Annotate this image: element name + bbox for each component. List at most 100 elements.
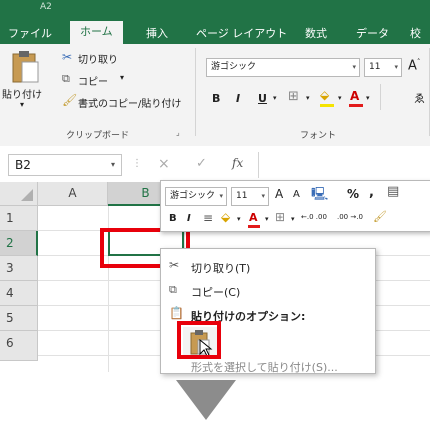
mini-shrink-font-button[interactable]: A (293, 189, 300, 200)
select-all-corner[interactable] (0, 182, 38, 206)
mini-fill-color-icon[interactable]: ⬙ (221, 210, 230, 224)
paintbrush-icon: 🖌 (62, 93, 78, 107)
group-separator (195, 48, 196, 136)
chevron-down-icon[interactable]: ▾ (261, 188, 265, 205)
menu-item-copy[interactable]: ⧉ コピー(C) (161, 279, 375, 301)
format-painter-button[interactable]: 🖌 書式のコピー/貼り付け (62, 93, 192, 110)
font-color-swatch (349, 104, 363, 107)
chevron-down-icon[interactable]: ▾ (219, 188, 223, 205)
insert-function-icon[interactable]: fx (232, 156, 243, 170)
font-group-label: フォント (300, 131, 337, 141)
mini-font-color-button[interactable]: A (249, 211, 258, 224)
dialog-launcher-icon[interactable]: ⌟ (176, 128, 180, 137)
mini-font-size-value: 11 (236, 191, 248, 201)
mini-font-name-value: 游ゴシック (170, 191, 216, 201)
borders-dropdown-icon[interactable]: ▾ (306, 94, 310, 102)
fill-color-dropdown-icon[interactable]: ▾ (338, 94, 342, 102)
menu-item-cut[interactable]: ✂ 切り取り(T) (161, 255, 375, 277)
chevron-down-icon[interactable]: ▾ (394, 59, 398, 76)
underline-button[interactable]: U (258, 92, 267, 105)
name-box[interactable]: B2 ▾ (8, 154, 122, 176)
copy-dropdown-icon[interactable]: ▾ (120, 73, 124, 82)
clipboard-icon: 📋 (169, 306, 184, 320)
font-name-combo[interactable]: 游ゴシック ▾ (206, 58, 360, 77)
scissors-icon: ✂ (169, 258, 180, 272)
tab-insert[interactable]: 挿入 (146, 25, 168, 41)
tab-formulas[interactable]: 数式 (305, 25, 327, 41)
font-size-combo[interactable]: 11 ▾ (364, 58, 402, 77)
copy-icon: ⧉ (169, 283, 177, 296)
copy-label: コピー (78, 77, 108, 88)
mini-number-format-icon[interactable]: 🖳 (311, 185, 328, 207)
font-name-value: 游ゴシック (211, 62, 257, 72)
mini-bold-button[interactable]: B (169, 213, 177, 224)
grow-font-icon[interactable]: A˄ (408, 58, 420, 73)
tab-file[interactable]: ファイル (8, 25, 52, 41)
mini-percent-button[interactable]: % (347, 187, 359, 201)
paste-label: 貼り付け (2, 90, 42, 101)
row-header-1[interactable]: 1 (0, 206, 38, 231)
paste-button[interactable]: 貼り付け ▾ (2, 48, 44, 118)
menu-item-copy-label: コピー(C) (191, 286, 241, 299)
mini-font-color-swatch (248, 225, 260, 228)
mini-decrease-decimal-button[interactable]: .00 →.0 (337, 213, 363, 221)
mini-toolbar: 游ゴシック ▾ 11 ▾ A A 🖳 % , ▤ B I ≡ ⬙ ▾ A ▾ ⊞… (160, 180, 430, 232)
tab-page-layout[interactable]: ページ レイアウト (196, 25, 287, 41)
mini-align-icon[interactable]: ≡ (203, 211, 213, 225)
bold-button[interactable]: B (212, 92, 220, 105)
scissors-icon: ✂ (62, 50, 73, 64)
column-header-a[interactable]: A (38, 182, 108, 206)
formula-bar: B2 ▾ ⋮ × ✓ fx (0, 146, 430, 183)
mini-font-size-combo[interactable]: 11 ▾ (231, 187, 269, 206)
title-fragment: A2 (40, 2, 52, 12)
context-menu: ✂ 切り取り(T) ⧉ コピー(C) 📋 貼り付けのオプション: 形式を選択して… (160, 248, 376, 374)
chevron-down-icon[interactable]: ▾ (111, 155, 115, 175)
group-separator (380, 84, 381, 110)
underline-dropdown-icon[interactable]: ▾ (273, 94, 277, 102)
cancel-icon[interactable]: × (158, 156, 170, 172)
ribbon-home: 貼り付け ▾ ✂ 切り取り ⧉ コピー ▾ 🖌 書式のコピー/貼り付け クリップ… (0, 44, 430, 147)
borders-icon[interactable]: ⊞ (288, 89, 299, 104)
row-header-5[interactable]: 5 (0, 306, 38, 331)
enter-icon[interactable]: ✓ (196, 156, 207, 171)
mini-fill-dropdown-icon[interactable]: ▾ (237, 215, 241, 223)
mini-format-table-icon[interactable]: ▤ (387, 184, 399, 199)
font-color-button[interactable]: A (350, 89, 359, 103)
mini-italic-button[interactable]: I (187, 213, 191, 224)
mini-borders-icon[interactable]: ⊞ (275, 210, 285, 224)
fill-color-icon[interactable]: ⬙ (320, 88, 329, 102)
formula-input[interactable] (258, 152, 430, 178)
row-header-2[interactable]: 2 (0, 231, 38, 256)
mini-font-color-dropdown-icon[interactable]: ▾ (265, 215, 269, 223)
mini-format-painter-icon[interactable]: 🖌 (373, 210, 387, 223)
row-header-3[interactable]: 3 (0, 256, 38, 281)
tab-data[interactable]: データ (356, 25, 389, 41)
tab-review-partial[interactable]: 校 (410, 25, 421, 41)
select-all-triangle-icon (21, 189, 33, 201)
formula-bar-grip-icon[interactable]: ⋮ (132, 158, 142, 169)
phonetic-icon-partial[interactable]: ゑ (414, 90, 425, 106)
font-size-value: 11 (369, 62, 381, 72)
chevron-down-icon[interactable]: ▾ (352, 59, 356, 76)
menu-item-paste-special-partial[interactable]: 形式を選択して貼り付け(S)... (191, 359, 338, 373)
mini-comma-button[interactable]: , (369, 185, 374, 200)
copy-icon: ⧉ (62, 72, 70, 85)
fill-color-swatch (320, 104, 334, 107)
mini-borders-dropdown-icon[interactable]: ▾ (291, 215, 295, 223)
cut-label: 切り取り (78, 55, 118, 66)
clipboard-group-label: クリップボード (66, 131, 130, 141)
name-box-value: B2 (15, 158, 31, 172)
italic-button[interactable]: I (236, 92, 240, 105)
font-color-dropdown-icon[interactable]: ▾ (366, 94, 370, 102)
paste-dropdown-icon[interactable]: ▾ (20, 100, 24, 109)
highlight-box-paste (177, 321, 221, 359)
row-header-6[interactable]: 6 (0, 331, 38, 361)
copy-button[interactable]: ⧉ コピー ▾ (62, 72, 142, 88)
ribbon-tab-bar: A2 ファイル ホーム 挿入 ページ レイアウト 数式 データ 校 (0, 0, 430, 44)
mini-grow-font-button[interactable]: A (275, 187, 283, 201)
row-header-4[interactable]: 4 (0, 281, 38, 306)
cut-button[interactable]: ✂ 切り取り (62, 50, 142, 66)
mini-font-name-combo[interactable]: 游ゴシック ▾ (165, 187, 227, 206)
mini-increase-decimal-button[interactable]: ←.0 .00 (301, 213, 327, 221)
tab-home[interactable]: ホーム (70, 21, 123, 44)
